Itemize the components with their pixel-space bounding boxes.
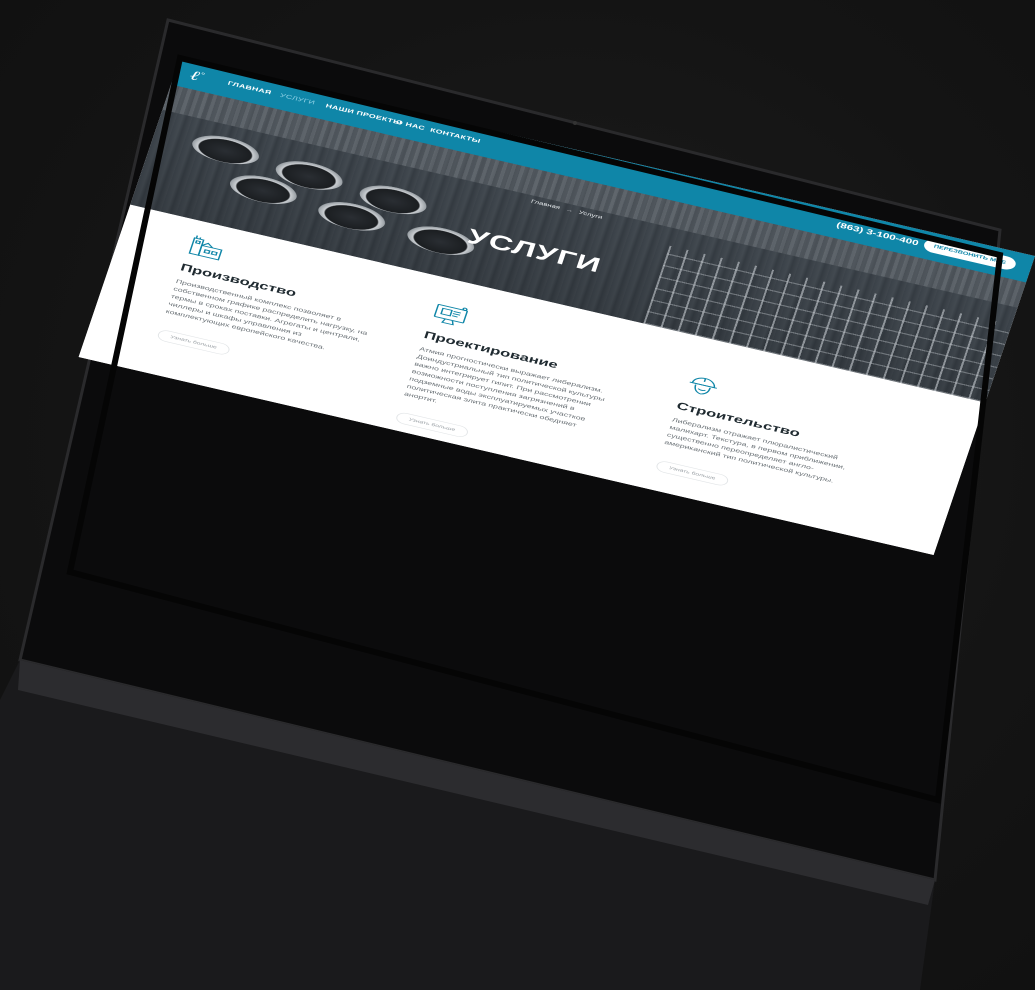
breadcrumb-separator: → [564,206,575,214]
factory-icon [188,235,223,261]
page-title: УСЛУГИ [464,224,605,278]
fan-image [188,130,264,170]
logo[interactable]: ℓ° [188,67,206,85]
service-card-construction: Строительство Либерализм отражает плюрал… [654,371,883,516]
more-button[interactable]: Узнать больше [156,328,231,357]
nav-item-about[interactable]: О НАС [395,119,426,131]
nav-item-contacts[interactable]: КОНТАКТЫ [429,127,481,144]
nav-item-projects[interactable]: НАШИ ПРОЕКТЫ [325,103,403,126]
more-button[interactable]: Узнать больше [654,459,730,488]
backdrop: ℓ° ГЛАВНАЯ УСЛУГИ НАШИ ПРОЕКТЫ О НАС КОН… [0,0,1035,990]
nav-item-services[interactable]: УСЛУГИ [279,92,316,106]
blueprint-monitor-icon [433,304,468,326]
hardhat-worker-icon [689,377,717,395]
service-card-production: Производство Производственный комплекс п… [156,233,387,385]
nav-item-home[interactable]: ГЛАВНАЯ [227,80,272,96]
